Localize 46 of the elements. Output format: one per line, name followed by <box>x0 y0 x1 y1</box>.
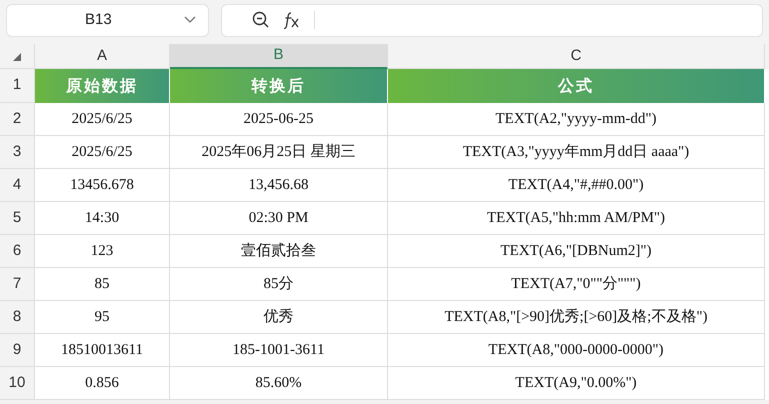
table-cell: 14:30 <box>35 202 170 235</box>
select-all-icon[interactable] <box>13 53 21 61</box>
row-header[interactable]: 5 <box>0 202 35 235</box>
row-header[interactable]: 3 <box>0 136 35 169</box>
table-cell: 85.60% <box>170 367 388 400</box>
header-cell: 转换后 <box>170 69 388 103</box>
cell-reference: B13 <box>85 10 112 30</box>
table-cell: TEXT(A2,"yyyy-mm-dd") <box>388 103 765 136</box>
table-cell: 2025/6/25 <box>35 103 170 136</box>
table-cell: 优秀 <box>170 301 388 334</box>
row-header[interactable]: 1 <box>0 69 35 103</box>
table-cell: 2025年06月25日 星期三 <box>170 136 388 169</box>
row-header[interactable]: 10 <box>0 367 35 400</box>
table-cell: TEXT(A8,"000-0000-0000") <box>388 334 765 367</box>
row-header[interactable]: 2 <box>0 103 35 136</box>
table-cell: 13,456.68 <box>170 169 388 202</box>
table-cell: 185-1001-3611 <box>170 334 388 367</box>
table-cell: TEXT(A7,"0""分""") <box>388 268 765 301</box>
table-cell: 85分 <box>170 268 388 301</box>
row-header[interactable]: 7 <box>0 268 35 301</box>
header-cell: 原始数据 <box>35 69 170 103</box>
header-cell: 公式 <box>388 69 765 103</box>
table-cell: TEXT(A8,"[>90]优秀;[>60]及格;不及格") <box>388 301 765 334</box>
table-cell: TEXT(A9,"0.00%") <box>388 367 765 400</box>
table-cell: 95 <box>35 301 170 334</box>
row-header[interactable]: 8 <box>0 301 35 334</box>
row-header[interactable]: 4 <box>0 169 35 202</box>
table-cell: 壹佰贰拾叁 <box>170 235 388 268</box>
table-cell: 85 <box>35 268 170 301</box>
table-cell: TEXT(A3,"yyyy年mm月dd日 aaaa") <box>388 136 765 169</box>
zoom-out-icon[interactable] <box>252 11 270 29</box>
table-cell: 123 <box>35 235 170 268</box>
table-cell: 13456.678 <box>35 169 170 202</box>
row-header[interactable]: 9 <box>0 334 35 367</box>
table-cell: 0.856 <box>35 367 170 400</box>
table-cell: 18510013611 <box>35 334 170 367</box>
row-header[interactable]: 6 <box>0 235 35 268</box>
chevron-down-icon <box>184 16 196 24</box>
column-header[interactable]: B <box>170 44 388 69</box>
table-cell: TEXT(A4,"#,##0.00") <box>388 169 765 202</box>
table-cell: 2025-06-25 <box>170 103 388 136</box>
table-cell: 2025/6/25 <box>35 136 170 169</box>
table-cell: 02:30 PM <box>170 202 388 235</box>
table-cell: TEXT(A5,"hh:mm AM/PM") <box>388 202 765 235</box>
table-cell: TEXT(A6,"[DBNum2]") <box>388 235 765 268</box>
name-box[interactable]: B13 <box>6 4 209 36</box>
